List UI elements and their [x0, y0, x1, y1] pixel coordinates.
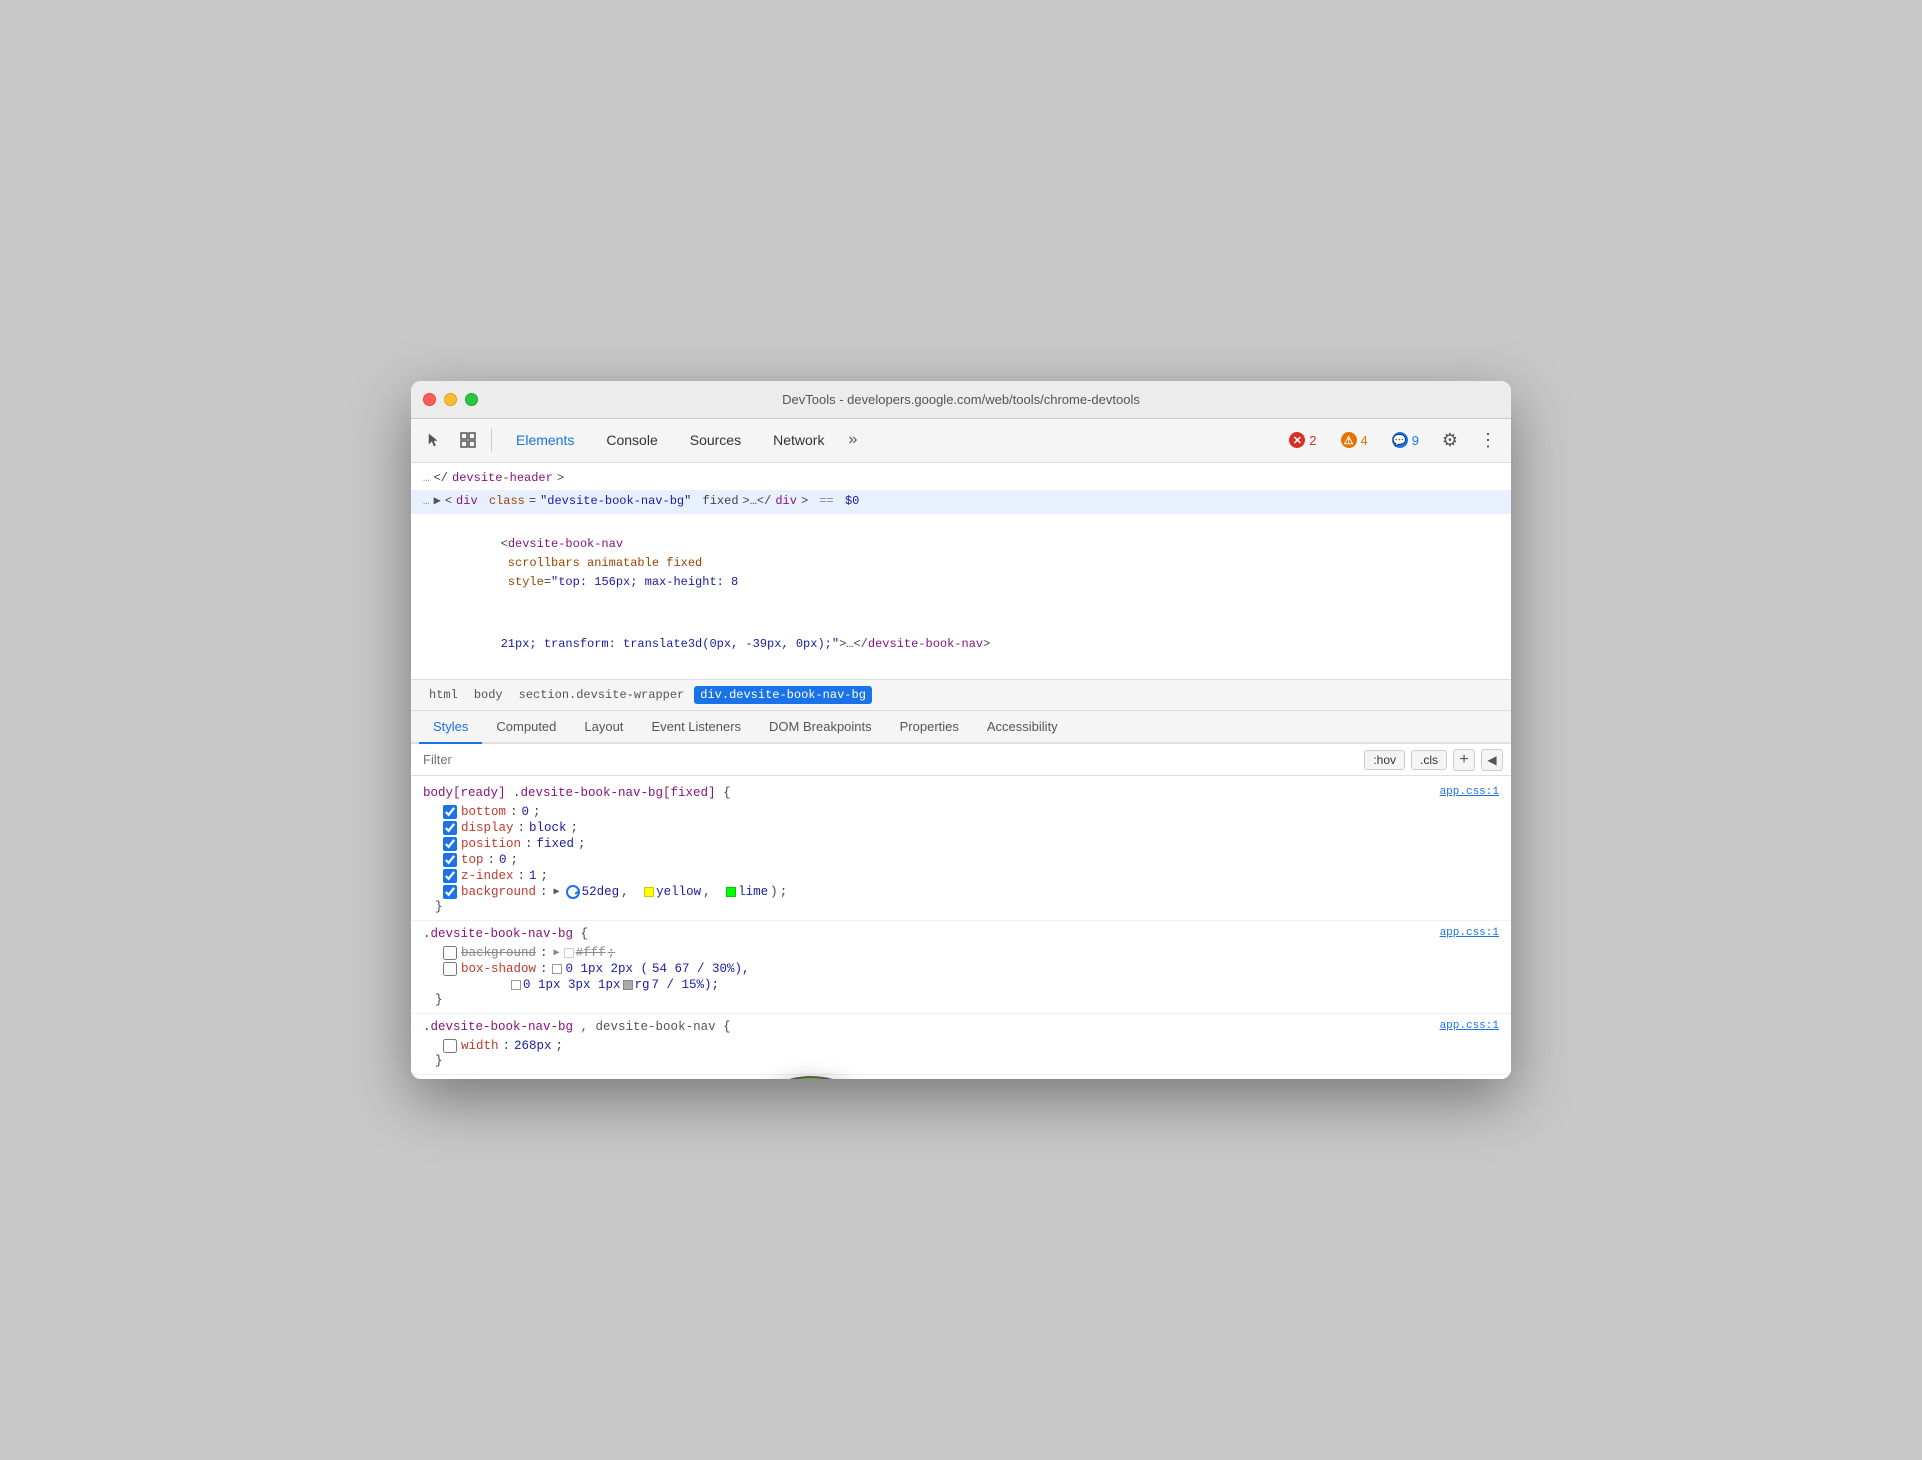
css-tab-layout[interactable]: Layout: [570, 711, 637, 744]
css-link-3[interactable]: app.css:1: [1440, 1020, 1499, 1032]
css-rule-2: .devsite-book-nav-bg { app.css:1 backgro…: [411, 921, 1511, 1014]
warning-count: 4: [1361, 433, 1368, 448]
shadow-swatch-2[interactable]: [511, 980, 521, 990]
more-tabs-button[interactable]: »: [840, 427, 865, 453]
toolbar-tabs: Elements Console Sources Network »: [500, 426, 1277, 454]
prop-checkbox-background[interactable]: [443, 885, 457, 899]
messages-badge[interactable]: 💬 9: [1384, 428, 1427, 452]
breadcrumb-body[interactable]: body: [468, 686, 509, 704]
breadcrumb-div[interactable]: div.devsite-book-nav-bg: [694, 686, 872, 704]
angle-picker[interactable]: 52deg ,: [566, 885, 629, 899]
prop-checkbox-position[interactable]: [443, 837, 457, 851]
breadcrumb: html body section.devsite-wrapper div.de…: [411, 680, 1511, 711]
prop-checkbox-shadow[interactable]: [443, 962, 457, 976]
css-selector-2: .devsite-book-nav-bg {: [423, 927, 1499, 941]
filter-bar: :hov .cls + ◀: [411, 744, 1511, 776]
css-tab-styles[interactable]: Styles: [419, 711, 482, 744]
breadcrumb-html[interactable]: html: [423, 686, 464, 704]
html-line-4: 21px; transform: translate3d(0px, -39px,…: [411, 614, 1511, 676]
css-rules-panel: body[ready] .devsite-book-nav-bg[fixed] …: [411, 776, 1511, 1079]
hov-button[interactable]: :hov: [1364, 750, 1405, 770]
prop-checkbox-bg-2[interactable]: [443, 946, 457, 960]
ellipsis-1: …: [423, 471, 430, 489]
cursor-icon[interactable]: [419, 425, 449, 455]
css-selector-1: body[ready] .devsite-book-nav-bg[fixed] …: [423, 786, 1499, 800]
warning-icon: ⚠: [1341, 432, 1357, 448]
tab-sources[interactable]: Sources: [674, 426, 757, 454]
css-prop-top: top : 0 ;: [423, 852, 1499, 868]
yellow-swatch[interactable]: [644, 887, 654, 897]
css-prop-width: width : 268px ;: [423, 1038, 1499, 1054]
css-tabs: Styles Computed Layout Event Listeners D…: [411, 711, 1511, 744]
css-prop-box-shadow: box-shadow : 0 1px 2px ( 54 67 / 30%),: [423, 961, 1499, 977]
filter-actions: :hov .cls + ◀: [1364, 749, 1503, 771]
prop-checkbox-width[interactable]: [443, 1039, 457, 1053]
css-link-2[interactable]: app.css:1: [1440, 927, 1499, 939]
css-rule-1-close: }: [423, 900, 1499, 914]
cls-button[interactable]: .cls: [1411, 750, 1447, 770]
css-tab-computed[interactable]: Computed: [482, 711, 570, 744]
breadcrumb-section[interactable]: section.devsite-wrapper: [513, 686, 691, 704]
css-prop-display: display : block ;: [423, 820, 1499, 836]
html-line-3: <devsite-book-nav scrollbars animatable …: [411, 514, 1511, 614]
prop-checkbox-bottom[interactable]: [443, 805, 457, 819]
message-count: 9: [1412, 433, 1419, 448]
tab-network[interactable]: Network: [757, 426, 840, 454]
prop-checkbox-display[interactable]: [443, 821, 457, 835]
settings-button[interactable]: ⚙: [1435, 425, 1465, 455]
html-line-2: … ▶ <div class="devsite-book-nav-bg" fix…: [411, 490, 1511, 514]
css-tab-event-listeners[interactable]: Event Listeners: [637, 711, 755, 744]
error-icon: ✕: [1289, 432, 1305, 448]
css-prop-background: background : ▶ 52deg , yellow ,: [423, 884, 1499, 900]
css-prop-box-shadow-2: 0 1px 3px 1px rg 7 / 15%);: [423, 977, 1499, 993]
more-options-button[interactable]: ⋮: [1473, 425, 1503, 455]
tab-console[interactable]: Console: [590, 426, 673, 454]
white-swatch[interactable]: [564, 948, 574, 958]
lime-swatch[interactable]: [726, 887, 736, 897]
main-toolbar: Elements Console Sources Network » ✕ 2 ⚠…: [411, 419, 1511, 463]
toolbar-right: ✕ 2 ⚠ 4 💬 9 ⚙ ⋮: [1281, 425, 1503, 455]
css-link-1[interactable]: app.css:1: [1440, 786, 1499, 798]
add-style-button[interactable]: +: [1453, 749, 1475, 771]
css-rule-1: body[ready] .devsite-book-nav-bg[fixed] …: [411, 780, 1511, 921]
css-rule-3: .devsite-book-nav-bg , devsite-book-nav …: [411, 1014, 1511, 1075]
minimize-button[interactable]: [444, 393, 457, 406]
css-tab-dom-breakpoints[interactable]: DOM Breakpoints: [755, 711, 886, 744]
traffic-lights: [423, 393, 478, 406]
maximize-button[interactable]: [465, 393, 478, 406]
gradient-indicator[interactable]: ▶: [552, 886, 562, 898]
css-rule-2-close: }: [423, 993, 1499, 1007]
html-line-1: … </devsite-header>: [411, 467, 1511, 491]
prop-checkbox-z-index[interactable]: [443, 869, 457, 883]
tab-elements[interactable]: Elements: [500, 426, 590, 454]
shadow-swatch-3[interactable]: [623, 980, 633, 990]
css-rule-3-close: }: [423, 1054, 1499, 1068]
ellipsis-2: …: [423, 494, 430, 512]
css-selector-3: .devsite-book-nav-bg , devsite-book-nav …: [423, 1020, 1499, 1034]
css-tab-accessibility[interactable]: Accessibility: [973, 711, 1072, 744]
html-panel: … </devsite-header> … ▶ <div class="devs…: [411, 463, 1511, 681]
toolbar-divider: [491, 428, 492, 452]
css-prop-bottom: bottom : 0 ;: [423, 804, 1499, 820]
css-prop-position: position : fixed ;: [423, 836, 1499, 852]
css-tab-properties[interactable]: Properties: [886, 711, 973, 744]
errors-badge[interactable]: ✕ 2: [1281, 428, 1324, 452]
message-icon: 💬: [1392, 432, 1408, 448]
filter-input[interactable]: [419, 748, 1356, 771]
prop-checkbox-top[interactable]: [443, 853, 457, 867]
error-count: 2: [1309, 433, 1316, 448]
window-title: DevTools - developers.google.com/web/too…: [782, 392, 1140, 407]
toggle-sidebar-button[interactable]: ◀: [1481, 749, 1503, 771]
close-button[interactable]: [423, 393, 436, 406]
titlebar: DevTools - developers.google.com/web/too…: [411, 381, 1511, 419]
expand-arrow[interactable]: ▶: [434, 492, 441, 511]
devtools-window: DevTools - developers.google.com/web/too…: [411, 381, 1511, 1080]
css-prop-background-2: background : ▶ #fff ;: [423, 945, 1499, 961]
warnings-badge[interactable]: ⚠ 4: [1333, 428, 1376, 452]
angle-clock-face[interactable]: [731, 1076, 891, 1079]
shadow-swatch-1[interactable]: [552, 964, 562, 974]
inspect-icon[interactable]: [453, 425, 483, 455]
css-prop-z-index: z-index : 1 ;: [423, 868, 1499, 884]
angle-clock-popup[interactable]: [731, 1076, 891, 1079]
